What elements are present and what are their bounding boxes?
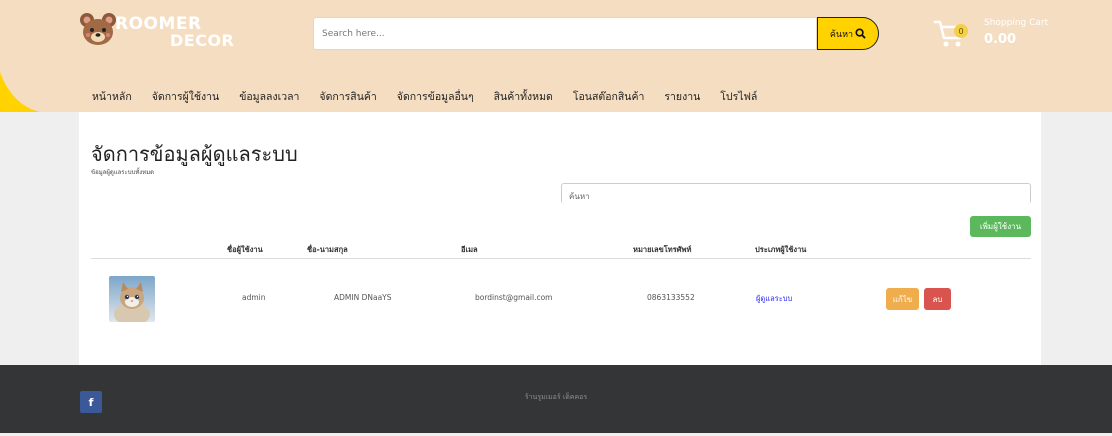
- site-footer: f ร้านรูมเมอร์ เด็คคอร: [0, 365, 1112, 433]
- main-content: จัดการข้อมูลผู้ดูแลระบบ ข้อมูลผู้ดูแลระบ…: [79, 112, 1041, 365]
- page-title: จัดการข้อมูลผู้ดูแลระบบ: [91, 142, 298, 166]
- avatar: [109, 276, 155, 322]
- filter-input[interactable]: [562, 187, 1030, 206]
- cell-phone: 0863133552: [647, 293, 695, 302]
- page-subtitle: ข้อมูลผู้ดูแลระบบทั้งหมด: [91, 169, 155, 176]
- cart-count-badge: 0: [954, 24, 968, 38]
- nav-item-manage-other[interactable]: จัดการข้อมูลอื่นๆ: [397, 88, 474, 104]
- search-box: [313, 17, 817, 50]
- bear-logo-icon: [80, 13, 116, 45]
- nav-item-manage-users[interactable]: จัดการผู้ใช้งาน: [152, 88, 219, 104]
- table-header-divider: [91, 258, 1031, 259]
- shopping-cart[interactable]: 0 Shopping Cart 0.00: [932, 14, 1072, 54]
- column-header-email: อีเมล: [461, 245, 478, 254]
- add-user-button[interactable]: เพิ่มผู้ใช้งาน: [970, 216, 1031, 237]
- logo-text-decor: DECOR: [170, 31, 235, 50]
- edit-button[interactable]: แก้ไข: [886, 288, 919, 310]
- site-logo[interactable]: ROOMER DECOR: [78, 10, 238, 50]
- nav-item-timesheet[interactable]: ข้อมูลลงเวลา: [239, 88, 299, 104]
- search-icon: [855, 28, 866, 39]
- nav-item-profile[interactable]: โปรไฟล์: [720, 88, 757, 104]
- search-input[interactable]: [314, 18, 816, 49]
- site-header: ROOMER DECOR ค้นหา 0 Shopping Cart 0.00 …: [0, 0, 1112, 112]
- cell-email: bordinst@gmail.com: [475, 293, 553, 302]
- cart-label: Shopping Cart: [984, 18, 1049, 28]
- nav-item-stock-transfer[interactable]: โอนสต๊อกสินค้า: [573, 88, 645, 104]
- nav-item-home[interactable]: หน้าหลัก: [92, 88, 132, 104]
- column-header-phone: หมายเลขโทรศัพท์: [633, 245, 692, 254]
- footer-copyright: ร้านรูมเมอร์ เด็คคอร: [524, 393, 588, 401]
- cart-total: 0.00: [984, 32, 1017, 47]
- nav-item-reports[interactable]: รายงาน: [664, 88, 700, 104]
- nav-item-all-products[interactable]: สินค้าทั้งหมด: [494, 88, 553, 104]
- header-accent-shape: [0, 72, 40, 112]
- cell-username: admin: [242, 293, 266, 302]
- filter-box: [561, 183, 1031, 206]
- cell-fullname: ADMIN DNaaYS: [334, 293, 392, 302]
- main-nav: หน้าหลัก จัดการผู้ใช้งาน ข้อมูลลงเวลา จั…: [92, 88, 777, 104]
- search-button-label: ค้นหา: [829, 29, 854, 40]
- cell-role: ผู้ดูแลระบบ: [756, 294, 793, 303]
- delete-button[interactable]: ลบ: [924, 288, 951, 310]
- search-button[interactable]: ค้นหา: [817, 17, 879, 50]
- column-header-fullname: ชื่อ-นามสกุล: [307, 245, 348, 254]
- nav-item-manage-products[interactable]: จัดการสินค้า: [319, 88, 376, 104]
- column-header-username: ชื่อผู้ใช้งาน: [227, 245, 263, 254]
- column-header-role: ประเภทผู้ใช้งาน: [755, 245, 807, 254]
